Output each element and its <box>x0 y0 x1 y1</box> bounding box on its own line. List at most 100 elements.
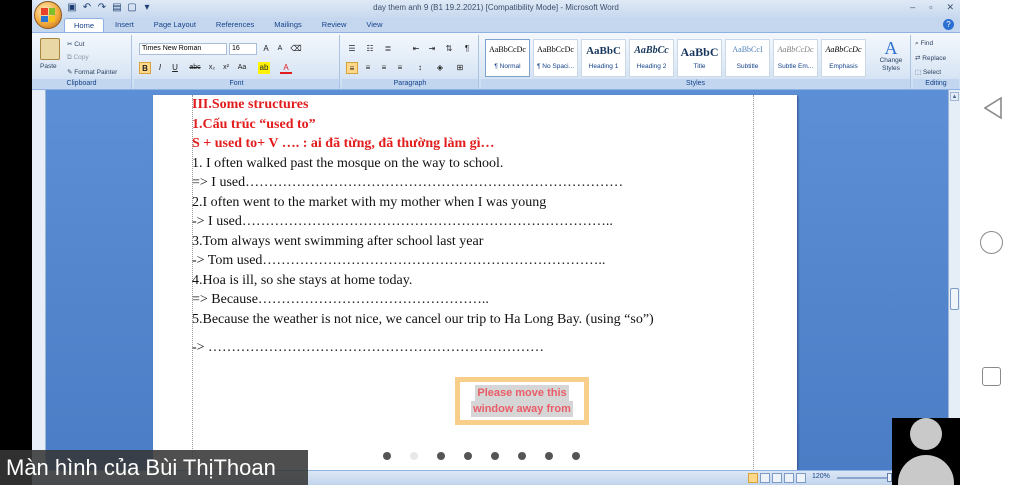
draft-icon[interactable] <box>796 473 806 483</box>
document-line[interactable]: -> ……………………………………………………………… <box>192 338 752 358</box>
tab-home[interactable]: Home <box>64 18 105 32</box>
font-name-select[interactable]: Times New Roman <box>139 43 227 55</box>
grow-font-icon[interactable]: A <box>260 43 272 55</box>
full-screen-reading-icon[interactable] <box>760 473 770 483</box>
strikethrough-button[interactable]: abc <box>189 62 201 74</box>
font-size-select[interactable]: 16 <box>229 43 257 55</box>
justify-icon[interactable]: ≡ <box>394 62 406 74</box>
style-emphasis[interactable]: AaBbCcDc Emphasis <box>821 39 866 77</box>
select-button[interactable]: ⬚ Select <box>915 68 941 76</box>
tab-references[interactable]: References <box>207 18 263 32</box>
style-heading-1[interactable]: AaBbC Heading 1 <box>581 39 626 77</box>
office-button[interactable] <box>34 1 62 29</box>
document-line[interactable]: 3.Tom always went swimming after school … <box>192 232 752 252</box>
sort-icon[interactable]: ⇅ <box>443 43 455 55</box>
copy-button[interactable]: ⧉ Copy <box>67 54 89 62</box>
style-name: Heading 1 <box>588 63 619 70</box>
bold-button[interactable]: B <box>139 62 151 74</box>
page-dot[interactable] <box>518 452 526 460</box>
subscript-button[interactable]: x₂ <box>206 62 218 74</box>
page-dot[interactable] <box>572 452 580 460</box>
back-icon[interactable] <box>984 97 1002 119</box>
page-dot[interactable] <box>545 452 553 460</box>
zoom-level[interactable]: 120% <box>812 473 830 480</box>
maximize-button[interactable]: ▫ <box>929 2 932 13</box>
italic-button[interactable]: I <box>154 62 166 74</box>
recent-apps-icon[interactable] <box>982 367 1001 386</box>
close-button[interactable]: ✕ <box>946 2 954 13</box>
numbering-icon[interactable]: ☷ <box>364 43 376 55</box>
help-icon[interactable]: ? <box>943 19 954 30</box>
web-layout-icon[interactable] <box>772 473 782 483</box>
scroll-up-icon[interactable]: ▲ <box>950 92 959 101</box>
ribbon: Paste ✂ Cut ⧉ Copy ✎ Format Painter Clip… <box>32 32 960 90</box>
document-line[interactable]: 1. I often walked past the mosque on the… <box>192 154 752 174</box>
page-dot[interactable] <box>410 452 418 460</box>
find-button[interactable]: ⌕ Find <box>915 40 933 48</box>
clear-formatting-icon[interactable]: ⌫ <box>290 43 302 55</box>
document-line[interactable]: => I used……………………………………………………………………… <box>192 173 752 193</box>
bullets-icon[interactable]: ☰ <box>346 43 358 55</box>
style-preview: AaBbC <box>680 45 719 59</box>
document-line[interactable]: III.Some structures <box>192 95 752 115</box>
change-case-button[interactable]: Aa <box>236 62 248 74</box>
style-heading-2[interactable]: AaBbCc Heading 2 <box>629 39 674 77</box>
paste-button[interactable]: Paste <box>40 63 57 70</box>
document-line[interactable]: => Because………………………………………….. <box>192 290 752 310</box>
tab-page-layout[interactable]: Page Layout <box>145 18 205 32</box>
page-dot[interactable] <box>437 452 445 460</box>
document-line[interactable]: S + used to+ V …. : ai đã từng, đã thườn… <box>192 134 752 154</box>
document-line[interactable]: -> I used…………………………………………………………………….. <box>192 212 752 232</box>
change-styles-button[interactable]: A Change Styles <box>873 39 909 73</box>
align-center-icon[interactable]: ≡ <box>362 62 374 74</box>
print-layout-icon[interactable] <box>748 473 758 483</box>
outline-icon[interactable] <box>784 473 794 483</box>
replace-button[interactable]: ⇄ Replace <box>915 54 946 62</box>
page-dot[interactable] <box>491 452 499 460</box>
home-icon[interactable] <box>980 231 1003 254</box>
style-no-spaci[interactable]: AaBbCcDc ¶ No Spaci... <box>533 39 578 77</box>
multilevel-list-icon[interactable]: ≣ <box>382 43 394 55</box>
style-preview: AaBbC <box>586 45 621 57</box>
style-name: Title <box>693 63 706 70</box>
style-title[interactable]: AaBbC Title <box>677 39 722 77</box>
format-painter-button[interactable]: ✎ Format Painter <box>67 68 117 76</box>
align-right-icon[interactable]: ≡ <box>378 62 390 74</box>
document-line[interactable]: 5.Because the weather is not nice, we ca… <box>192 310 752 330</box>
borders-icon[interactable]: ⊞ <box>454 62 466 74</box>
superscript-button[interactable]: x² <box>220 62 232 74</box>
page-indicator <box>383 452 580 460</box>
decrease-indent-icon[interactable]: ⇤ <box>410 43 422 55</box>
select-label: Select <box>922 69 942 76</box>
underline-button[interactable]: U <box>169 62 181 74</box>
shading-icon[interactable]: ◈ <box>434 62 446 74</box>
line-spacing-icon[interactable]: ↕ <box>414 62 426 74</box>
increase-indent-icon[interactable]: ⇥ <box>426 43 438 55</box>
tab-mailings[interactable]: Mailings <box>265 18 311 32</box>
paste-icon[interactable] <box>40 38 60 60</box>
page-dot[interactable] <box>383 452 391 460</box>
document-body[interactable]: III.Some structures 1.Cấu trúc “used to” S… <box>192 95 752 358</box>
tab-insert[interactable]: Insert <box>106 18 143 32</box>
show-hide-icon[interactable]: ¶ <box>461 43 473 55</box>
page-dot[interactable] <box>464 452 472 460</box>
document-line[interactable]: -> Tom used……………………………………………………………….. <box>192 251 752 271</box>
document-line[interactable]: 1.Cấu trúc “used to” <box>192 115 752 135</box>
align-left-icon[interactable]: ≡ <box>346 62 358 74</box>
vertical-scrollbar[interactable]: ▲ <box>948 90 960 470</box>
document-line[interactable]: 2.I often went to the market with my mot… <box>192 193 752 213</box>
document-line[interactable]: 4.Hoa is ill, so she stays at home today… <box>192 271 752 291</box>
highlight-button[interactable]: ab <box>258 62 270 74</box>
office-logo-icon <box>41 8 55 22</box>
style-normal[interactable]: AaBbCcDc ¶ Normal <box>485 39 530 77</box>
style-subtitle[interactable]: AaBbCcI Subtitle <box>725 39 770 77</box>
style-subtle-em[interactable]: AaBbCcDc Subtle Em... <box>773 39 818 77</box>
font-color-button[interactable]: A <box>280 62 292 74</box>
cut-button[interactable]: ✂ Cut <box>67 40 84 48</box>
tab-review[interactable]: Review <box>313 18 356 32</box>
shrink-font-icon[interactable]: A <box>274 43 286 55</box>
document-page[interactable]: III.Some structures 1.Cấu trúc “used to” S… <box>153 95 797 475</box>
scroll-thumb[interactable] <box>950 288 959 310</box>
tab-view[interactable]: View <box>357 18 391 32</box>
minimize-button[interactable]: – <box>910 2 915 13</box>
